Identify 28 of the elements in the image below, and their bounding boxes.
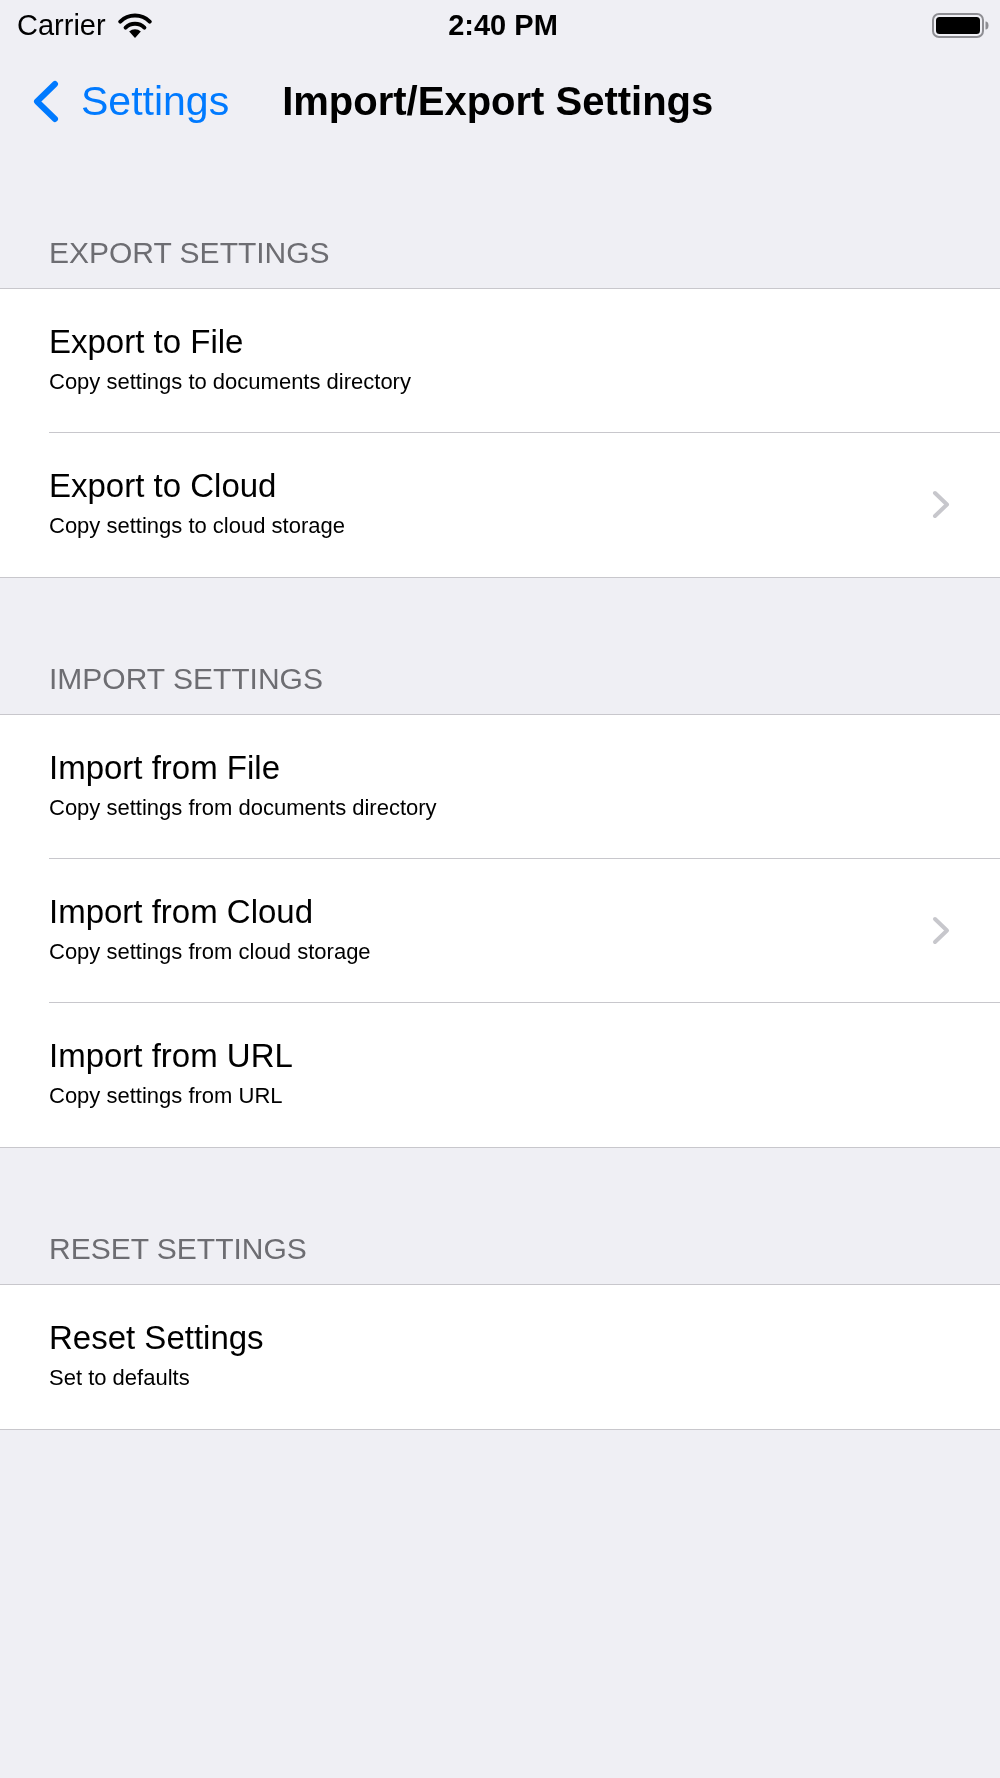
settings-row[interactable]: Reset Settings Set to defaults [0, 1285, 1000, 1429]
settings-row[interactable]: Export to File Copy settings to documents directory [0, 289, 1000, 433]
section-header: EXPORT SETTINGS [49, 235, 330, 271]
settings-row[interactable]: Import from Cloud Copy settings from cloud storage [0, 859, 1000, 1003]
row-subtitle: Copy settings to documents directory [49, 369, 412, 395]
chevron-icon [32, 79, 59, 123]
row-subtitle: Set to defaults [49, 1365, 191, 1391]
row-title: Import from File [49, 748, 282, 788]
row-title: Import from URL [49, 1036, 294, 1076]
battery-icon [932, 12, 989, 38]
row-title: Import from Cloud [49, 892, 315, 932]
row-title: Export to File [49, 322, 245, 362]
wifi-icon [117, 12, 152, 38]
row-subtitle: Copy settings from URL [49, 1083, 284, 1109]
row-title: Export to Cloud [49, 466, 278, 506]
back-button[interactable]: Settings [32, 77, 230, 125]
settings-row[interactable]: Import from File Copy settings from documents directory [0, 715, 1000, 859]
row-subtitle: Copy settings from cloud storage [49, 939, 372, 965]
section-header: RESET SETTINGS [49, 1231, 307, 1267]
clock-time: 2:40 PM [448, 8, 558, 42]
row-title: Reset Settings [49, 1318, 265, 1358]
row-subtitle: Copy settings from documents directory [49, 795, 438, 821]
nav-title: Import/Export Settings [282, 78, 714, 125]
settings-row[interactable]: Export to Cloud Copy settings to cloud storage [0, 433, 1000, 577]
section-header: IMPORT SETTINGS [49, 661, 323, 697]
carrier-label: Carrier [17, 8, 106, 42]
settings-row[interactable]: Import from URL Copy settings from URL [0, 1003, 1000, 1147]
row-subtitle: Copy settings to cloud storage [49, 513, 346, 539]
